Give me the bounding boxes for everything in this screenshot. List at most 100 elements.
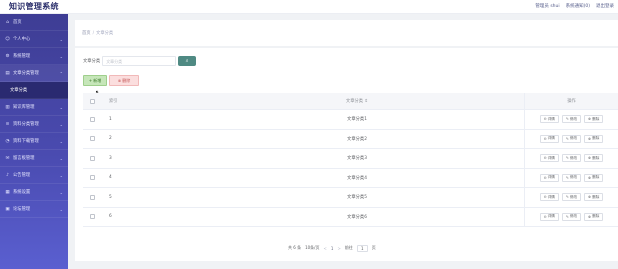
row-checkbox-cell xyxy=(83,116,102,122)
delete-label: 删除 xyxy=(592,116,600,121)
edit-icon: ✎ xyxy=(565,136,569,141)
sidebar-item-settings[interactable]: ▦ 系统设置 ⌄ xyxy=(0,184,68,201)
delete-icon: ⊗ xyxy=(588,117,592,122)
delete-label: 删除 xyxy=(592,194,600,199)
cell-operations: ⊙ 详情 ✎ 修改 ⊗ 删除 xyxy=(524,149,618,168)
header-logout[interactable]: 退出登录 xyxy=(596,3,614,9)
delete-label: 删除 xyxy=(592,214,600,219)
table-row: 3 文章分类3 ⊙ 详情 ✎ 修改 ⊗ 删除 xyxy=(83,149,618,169)
sidebar-subitem-article-category[interactable]: 文章分类 xyxy=(0,82,68,99)
view-icon: ⊙ xyxy=(543,175,547,180)
notice-icon: ♪ xyxy=(6,172,9,178)
sidebar-item-label: 系统设置 xyxy=(13,190,31,195)
cell-no: 5 xyxy=(109,194,112,200)
breadcrumb-home[interactable]: 首页 xyxy=(82,31,91,36)
list-panel: 文章分类 ⌕ + 新增 ⊗ 删除 ↖ 索引 文章分类 ⇕ 操作 1文章分类1⊙详… xyxy=(75,48,618,261)
view-icon: ⊙ xyxy=(543,117,547,122)
view-icon: ⊙ xyxy=(543,195,547,200)
cell-name: 文章分类4 xyxy=(347,175,367,181)
edit-button[interactable]: ✎ 修改 xyxy=(561,115,582,124)
sidebar-item-label: 文章分类 xyxy=(10,88,28,93)
chevron-down-icon: ⌄ xyxy=(59,105,63,110)
chevron-down-icon: ⌄ xyxy=(59,37,63,42)
header-notifications[interactable]: 系统通知(0) xyxy=(566,3,590,9)
sidebar-item-label: 系统管理 xyxy=(13,54,31,59)
row-checkbox[interactable] xyxy=(90,155,95,161)
edit-label: 修改 xyxy=(569,214,578,219)
delete-button[interactable]: ⊗ 删除 xyxy=(584,173,604,182)
prev-page-button[interactable]: < xyxy=(324,246,327,251)
view-button[interactable]: ⊙ 详情 xyxy=(539,173,559,182)
view-button[interactable]: ⊙ 详情 xyxy=(539,193,559,202)
sidebar-item-notice[interactable]: ♪ 公告管理 ⌄ xyxy=(0,167,68,184)
edit-icon: ✎ xyxy=(565,214,569,219)
sidebar-item-label: 个人中心 xyxy=(13,37,31,42)
header-user-name[interactable]: 管理员 shui xyxy=(535,3,559,9)
app-title: 知识管理系统 xyxy=(9,2,59,11)
row-checkbox-cell xyxy=(83,214,102,220)
row-checkbox[interactable] xyxy=(90,136,95,142)
search-row: 文章分类 ⌕ xyxy=(83,56,197,66)
sidebar-item-knowledge[interactable]: ▥ 知识库管理 ⌄ xyxy=(0,99,68,116)
edit-button[interactable]: ✎ 修改 xyxy=(561,134,582,143)
chevron-down-icon: ⌄ xyxy=(59,156,63,161)
sidebar-item-label: 资料下载管理 xyxy=(13,139,39,144)
edit-icon: ✎ xyxy=(565,156,569,161)
cell-operations: ⊙ 详情 ✎ 修改 ⊗ 删除 xyxy=(524,110,618,129)
sidebar-item-home[interactable]: ⌂ 首页 xyxy=(0,14,68,31)
row-checkbox[interactable] xyxy=(90,194,95,200)
delete-button[interactable]: ⊗ 删除 xyxy=(584,212,604,221)
edit-label: 修改 xyxy=(569,136,578,141)
column-header-name[interactable]: 文章分类 ⇕ xyxy=(190,98,524,104)
sidebar-item-label: 公告管理 xyxy=(13,173,31,178)
sidebar-item-material-category[interactable]: ≡ 资料分类管理 ⌄ xyxy=(0,116,68,133)
sidebar-item-download[interactable]: ◔ 资料下载管理 ⌄ xyxy=(0,133,68,150)
view-button[interactable]: ⊙ 详情 xyxy=(539,115,559,124)
edit-button[interactable]: ✎ 修改 xyxy=(561,154,582,163)
next-page-button[interactable]: > xyxy=(337,246,340,251)
delete-icon: ⊗ xyxy=(588,175,592,180)
goto-suffix: 页 xyxy=(371,245,376,250)
view-button[interactable]: ⊙ 详情 xyxy=(539,134,559,143)
delete-button[interactable]: ⊗ 删除 xyxy=(584,193,604,202)
page-number-current[interactable]: 1 xyxy=(331,246,334,251)
row-checkbox-cell xyxy=(83,136,102,142)
goto-page-input[interactable]: 1 xyxy=(356,244,368,252)
delete-button[interactable]: ⊗ 删除 xyxy=(584,154,604,163)
row-checkbox[interactable] xyxy=(90,116,95,122)
edit-label: 修改 xyxy=(569,155,578,160)
row-checkbox-cell xyxy=(83,155,102,161)
row-checkbox[interactable] xyxy=(90,175,95,181)
sidebar: ⌂ 首页 ☺ 个人中心 ⌄ ⚙ 系统管理 ⌄ ▤ 文章分类管理 ⌃ 文章分类 ▥… xyxy=(0,14,68,269)
settings-icon: ⚙ xyxy=(5,53,10,59)
edit-button[interactable]: ✎ 修改 xyxy=(561,193,582,202)
view-button[interactable]: ⊙ 详情 xyxy=(539,212,559,221)
top-bar: 知识管理系统 管理员 shui 系统通知(0) 退出登录 xyxy=(0,0,618,14)
edit-button[interactable]: ✎ 修改 xyxy=(561,173,582,182)
delete-button[interactable]: ⊗ 删除 xyxy=(584,115,604,124)
sidebar-item-forum[interactable]: ▣ 论坛管理 ⌄ xyxy=(0,201,68,218)
search-button[interactable]: ⌕ xyxy=(178,56,197,66)
sidebar-item-system[interactable]: ⚙ 系统管理 ⌄ xyxy=(0,48,68,65)
view-label: 详情 xyxy=(547,175,555,180)
sidebar-item-message[interactable]: ✉ 留言板管理 ⌄ xyxy=(0,150,68,167)
sidebar-item-profile[interactable]: ☺ 个人中心 ⌄ xyxy=(0,31,68,48)
delete-button[interactable]: ⊗ 删除 xyxy=(584,134,604,143)
delete-label: 删除 xyxy=(592,136,600,141)
select-all-checkbox[interactable] xyxy=(90,98,95,104)
view-button[interactable]: ⊙ 详情 xyxy=(539,154,559,163)
breadcrumb-bar: 首页 / 文章分类 xyxy=(75,20,618,46)
row-checkbox[interactable] xyxy=(90,214,95,220)
sidebar-item-article-category-mgmt[interactable]: ▤ 文章分类管理 ⌃ xyxy=(0,65,68,82)
sidebar-item-label: 文章分类管理 xyxy=(13,71,39,76)
page-size-select[interactable]: 10条/页 xyxy=(305,245,319,251)
breadcrumb-current: 文章分类 xyxy=(96,31,114,36)
batch-delete-button[interactable]: ⊗ 删除 xyxy=(109,75,139,86)
add-button[interactable]: + 新增 xyxy=(83,75,107,86)
edit-button[interactable]: ✎ 修改 xyxy=(561,212,582,221)
search-input[interactable] xyxy=(102,56,177,66)
edit-label: 修改 xyxy=(569,175,578,180)
data-table: 索引 文章分类 ⇕ 操作 1 文章分类1 ⊙ 详情 ✎ 修改 ⊗ 删除 2 文章分类2 ⊙ 详情 ✎ 修改… xyxy=(83,93,618,227)
table-row: 1 文章分类1 ⊙ 详情 ✎ 修改 ⊗ 删除 xyxy=(83,110,618,130)
sidebar-item-label: 首页 xyxy=(13,20,22,25)
